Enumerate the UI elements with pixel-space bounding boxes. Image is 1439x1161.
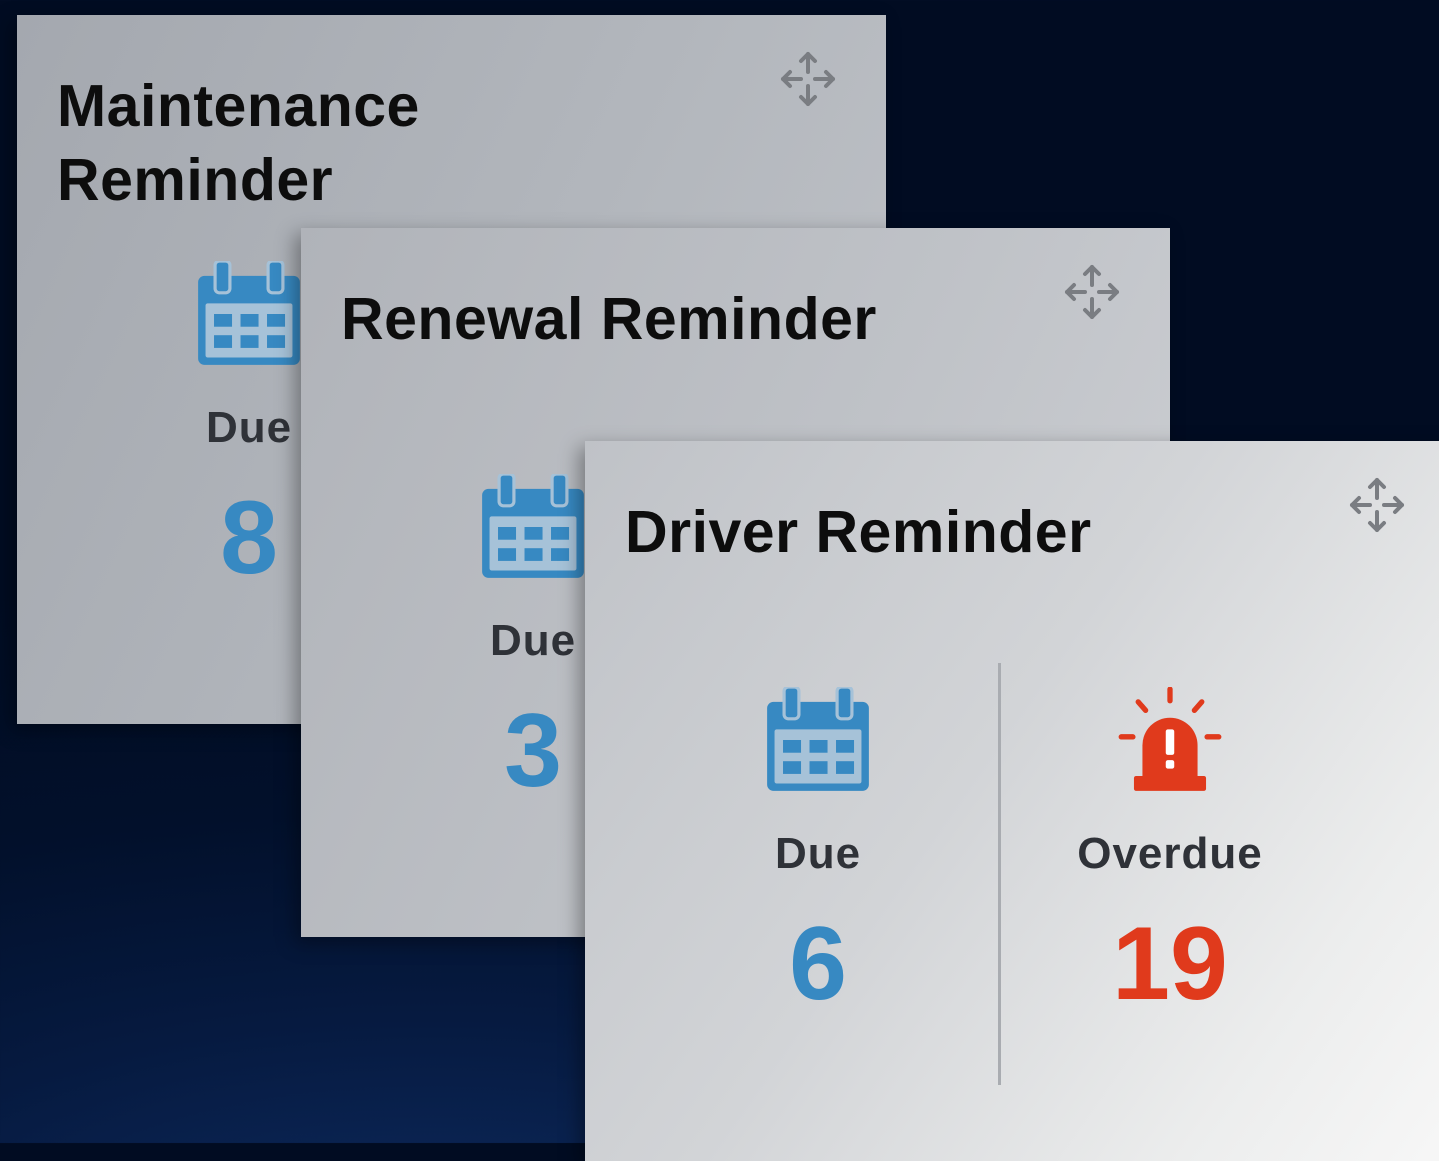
- due-stat[interactable]: Due 6: [698, 687, 938, 1019]
- overdue-count: 19: [1112, 906, 1228, 1022]
- card-title: Renewal Reminder: [341, 286, 877, 352]
- card-title: Maintenance Reminder: [57, 73, 420, 213]
- driver-reminder-card[interactable]: Driver Reminder Due 6 Overdue 19: [585, 441, 1439, 1161]
- calendar-icon: [196, 261, 302, 367]
- card-title: Driver Reminder: [625, 499, 1092, 565]
- overdue-label: Overdue: [1077, 829, 1263, 878]
- due-label: Due: [774, 829, 862, 878]
- move-arrows-icon[interactable]: [1345, 473, 1409, 537]
- stat-divider: [998, 663, 1001, 1085]
- calendar-icon: [480, 474, 586, 580]
- overdue-stat[interactable]: Overdue 19: [1050, 687, 1290, 1019]
- alarm-siren-icon: [1117, 687, 1223, 793]
- calendar-icon: [765, 687, 871, 793]
- move-arrows-icon[interactable]: [1060, 260, 1124, 324]
- due-count: 6: [789, 906, 847, 1022]
- move-arrows-icon[interactable]: [776, 47, 840, 111]
